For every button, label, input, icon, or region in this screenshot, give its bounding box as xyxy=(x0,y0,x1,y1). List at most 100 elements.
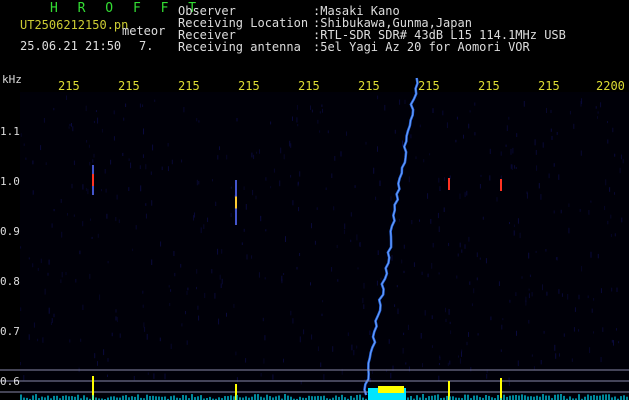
noise-speck xyxy=(332,346,334,352)
noise-speck xyxy=(316,207,318,210)
noise-speck xyxy=(79,250,81,255)
noise-speck xyxy=(325,187,327,190)
signal-bar xyxy=(308,395,310,400)
signal-bar xyxy=(485,395,487,400)
noise-speck xyxy=(132,248,134,252)
noise-speck xyxy=(580,150,582,156)
signal-bar xyxy=(356,395,358,400)
noise-speck xyxy=(73,160,75,166)
signal-bar xyxy=(41,396,43,400)
noise-speck xyxy=(419,124,421,128)
signal-bar xyxy=(569,396,571,400)
signal-bar xyxy=(182,395,184,400)
signal-bar xyxy=(623,395,625,400)
noise-speck xyxy=(403,244,405,249)
y-unit-label: kHz xyxy=(2,73,22,86)
signal-bar xyxy=(155,396,157,400)
noise-speck xyxy=(215,201,217,206)
noise-speck xyxy=(548,173,550,179)
signal-bar xyxy=(590,395,592,400)
signal-bar xyxy=(488,395,490,400)
noise-speck xyxy=(33,322,35,328)
noise-speck xyxy=(60,199,62,203)
noise-speck xyxy=(168,285,170,288)
signal-bar xyxy=(545,395,547,400)
noise-speck xyxy=(37,338,39,342)
noise-speck xyxy=(550,109,552,113)
noise-speck xyxy=(236,118,238,122)
noise-speck xyxy=(343,229,345,234)
noise-speck xyxy=(468,123,470,129)
noise-speck xyxy=(459,193,461,199)
noise-speck xyxy=(604,205,606,211)
noise-speck xyxy=(362,297,364,304)
noise-speck xyxy=(516,330,517,336)
noise-speck xyxy=(455,139,457,143)
noise-speck xyxy=(23,375,25,381)
noise-speck xyxy=(545,249,547,252)
signal-bar xyxy=(254,394,256,400)
noise-speck xyxy=(543,330,545,334)
noise-speck xyxy=(204,292,206,298)
signal-bar xyxy=(62,395,64,400)
noise-speck xyxy=(597,253,599,259)
noise-speck xyxy=(174,272,176,277)
noise-speck xyxy=(272,374,274,380)
noise-speck xyxy=(609,187,611,192)
noise-speck xyxy=(185,311,186,315)
noise-speck xyxy=(92,159,94,163)
noise-speck xyxy=(125,103,127,107)
noise-speck xyxy=(94,353,96,359)
noise-speck xyxy=(479,257,481,260)
noise-speck xyxy=(363,304,365,309)
noise-speck xyxy=(211,269,213,274)
noise-speck xyxy=(196,269,198,274)
noise-speck xyxy=(427,273,429,278)
noise-speck xyxy=(299,253,301,257)
noise-speck xyxy=(85,105,87,112)
noise-speck xyxy=(469,281,471,285)
noise-speck xyxy=(337,279,339,282)
noise-speck xyxy=(591,308,593,313)
time-tick: 215 xyxy=(298,79,320,93)
noise-speck xyxy=(296,105,298,110)
noise-speck xyxy=(311,109,313,113)
signal-bar xyxy=(230,395,232,400)
noise-speck xyxy=(500,175,502,179)
signal-bar xyxy=(431,395,433,400)
noise-speck xyxy=(359,242,361,247)
noise-speck xyxy=(53,209,55,212)
noise-speck xyxy=(292,318,294,324)
noise-speck xyxy=(104,169,106,174)
noise-speck xyxy=(264,335,266,341)
time-tick: 215 xyxy=(538,79,560,93)
noise-speck xyxy=(614,153,616,157)
noise-speck xyxy=(459,358,461,364)
noise-speck xyxy=(194,212,195,218)
signal-bar xyxy=(311,396,313,400)
noise-speck xyxy=(135,225,137,230)
noise-speck xyxy=(270,186,272,189)
signal-bar xyxy=(170,396,172,400)
noise-speck xyxy=(538,183,540,189)
noise-speck xyxy=(399,218,400,222)
noise-speck xyxy=(356,345,358,349)
time-tick: 215 xyxy=(418,79,440,93)
noise-speck xyxy=(245,204,247,210)
noise-speck xyxy=(516,133,518,137)
noise-speck xyxy=(464,244,466,249)
noise-speck xyxy=(388,339,390,344)
noise-speck xyxy=(581,265,583,272)
signal-bar xyxy=(92,395,94,400)
signal-bar xyxy=(416,395,418,400)
noise-speck xyxy=(142,154,144,158)
signal-bar xyxy=(71,396,73,400)
noise-speck xyxy=(447,362,449,366)
noise-speck xyxy=(509,222,510,225)
noise-speck xyxy=(568,203,570,207)
noise-speck xyxy=(521,276,523,279)
noise-speck xyxy=(496,197,498,202)
noise-speck xyxy=(311,223,312,229)
noise-speck xyxy=(561,293,563,297)
noise-speck xyxy=(196,118,198,122)
